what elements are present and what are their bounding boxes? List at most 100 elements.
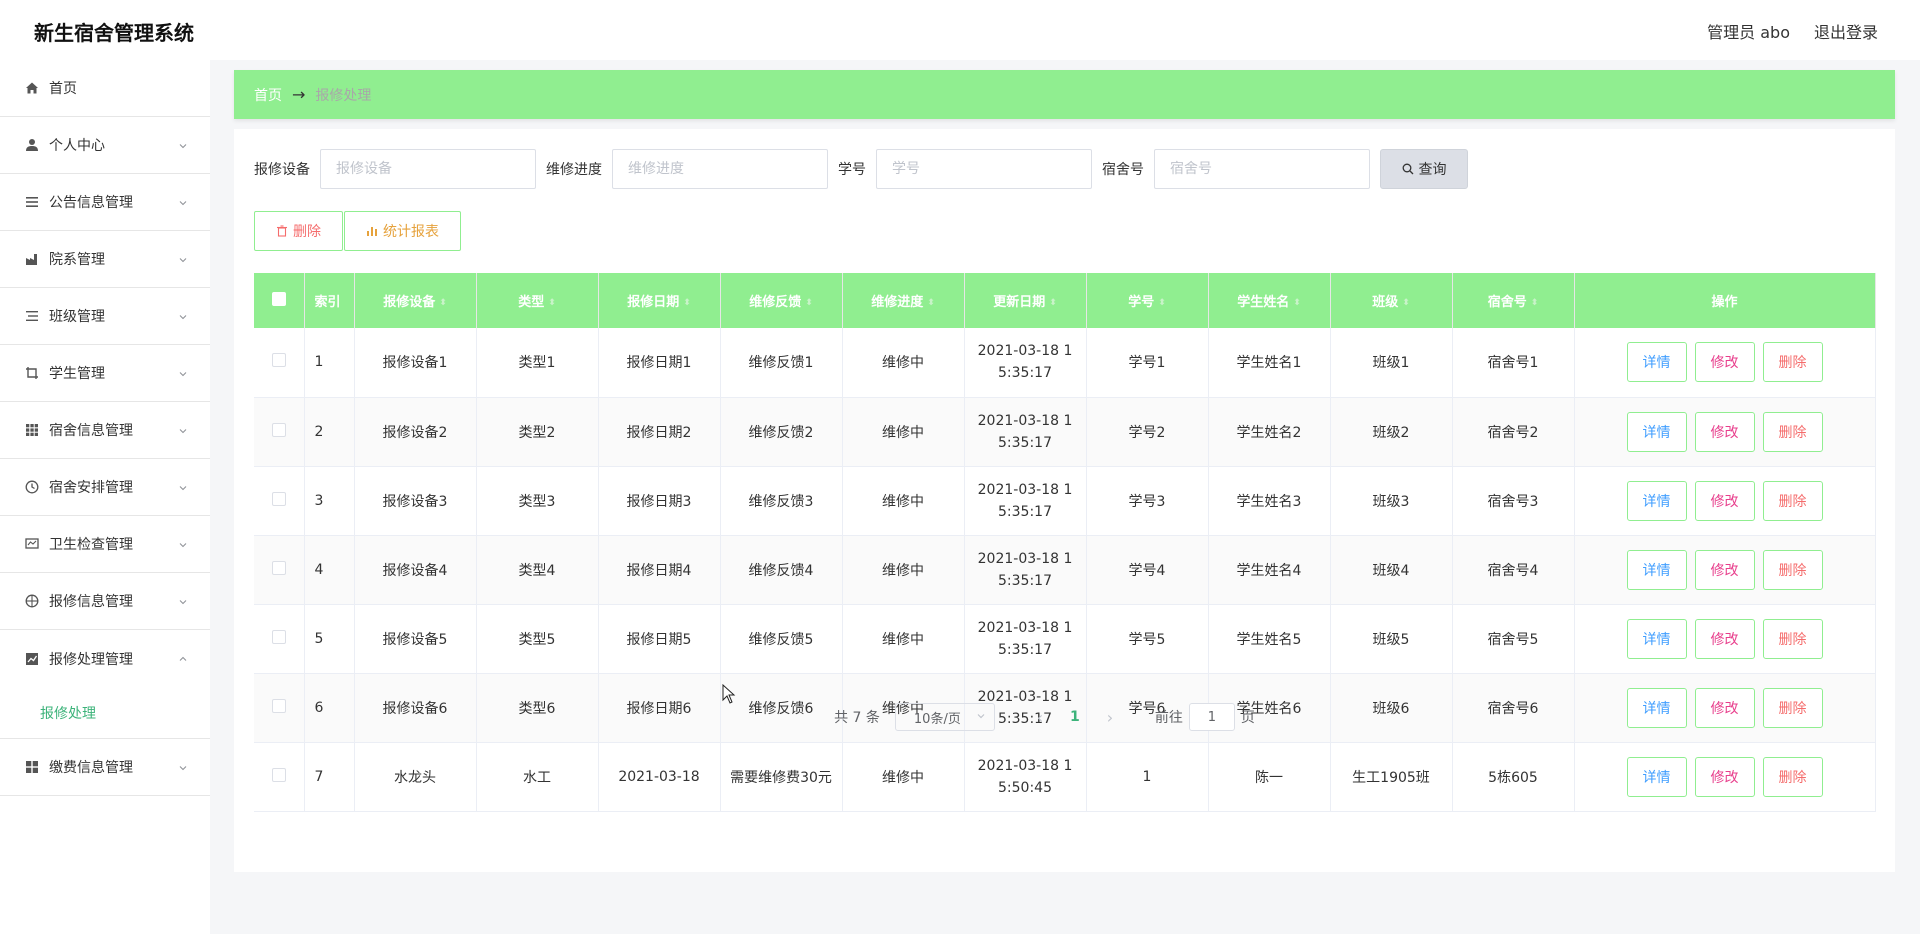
table-row: 3 报修设备3 类型3 报修日期3 维修反馈3 维修中 2021-03-18 1 5:35:1… (254, 466, 1876, 536)
table-cell: 3 (304, 466, 355, 536)
user-area: 管理员 abo 退出登录 (1707, 19, 1878, 43)
delete-button[interactable]: 删除 (1762, 618, 1823, 659)
column-header[interactable]: 学号 ⬍ (1086, 273, 1209, 328)
column-header[interactable]: 班级 ⬍ (1330, 273, 1453, 328)
column-header[interactable]: 维修进度 ⬍ (842, 273, 965, 328)
detail-button[interactable]: 详情 (1626, 411, 1687, 452)
table-cell: 维修中 (842, 397, 965, 467)
column-header[interactable]: 维修反馈 ⬍ (720, 273, 843, 328)
sidebar-item-label: 报修处理管理 (49, 651, 133, 668)
batch-delete-button[interactable]: 删除 (254, 211, 343, 251)
chart-icon (24, 651, 40, 667)
delete-button[interactable]: 删除 (1762, 411, 1823, 452)
search-label-dorm: 宿舍号 (1102, 162, 1144, 178)
sidebar-item-3[interactable]: 院系管理 (0, 231, 210, 288)
chevron-down-icon (178, 196, 188, 206)
table-cell: 维修反馈5 (720, 604, 843, 674)
page-size-value: 10条/页 (913, 711, 961, 727)
column-header[interactable]: 类型 ⬍ (476, 273, 599, 328)
detail-button[interactable]: 详情 (1626, 549, 1687, 590)
sort-icon[interactable]: ⬍ (439, 298, 447, 308)
row-checkbox[interactable] (271, 629, 286, 644)
table-cell-update-date: 2021-03-18 1 5:35:17 (964, 535, 1087, 605)
pagination: 共 7 条 10条/页 ‹ 1 › 前往 页 (234, 703, 1855, 731)
table-cell: 学生姓名2 (1208, 397, 1331, 467)
delete-button[interactable]: 删除 (1762, 756, 1823, 797)
column-header[interactable]: 报修设备 ⬍ (354, 273, 477, 328)
progress-search-input[interactable] (612, 149, 828, 189)
row-checkbox[interactable] (271, 491, 286, 506)
sidebar-item-4[interactable]: 班级管理 (0, 288, 210, 345)
device-search-input[interactable] (320, 149, 536, 189)
sort-icon[interactable]: ⬍ (1402, 298, 1410, 308)
sort-icon[interactable]: ⬍ (927, 298, 935, 308)
edit-button[interactable]: 修改 (1694, 549, 1755, 590)
sort-icon[interactable]: ⬍ (805, 298, 813, 308)
select-all-checkbox[interactable] (271, 291, 286, 306)
crop-icon (24, 365, 40, 381)
detail-button[interactable]: 详情 (1626, 480, 1687, 521)
sidebar-item-1[interactable]: 个人中心 (0, 117, 210, 174)
column-header: 操作 (1574, 273, 1876, 328)
breadcrumb-home[interactable]: 首页 (254, 85, 282, 105)
sort-icon[interactable]: ⬍ (1531, 298, 1539, 308)
delete-button[interactable]: 删除 (1762, 549, 1823, 590)
goto-page-input[interactable] (1188, 703, 1235, 731)
delete-button[interactable]: 删除 (1762, 342, 1823, 383)
sort-icon[interactable]: ⬍ (1293, 298, 1301, 308)
row-actions-cell: 详情 修改 删除 (1574, 535, 1876, 605)
sidebar-item-10[interactable]: 报修处理管理 (0, 630, 210, 687)
row-checkbox[interactable] (271, 560, 286, 575)
column-header-label: 宿舍号 (1487, 295, 1527, 310)
query-button[interactable]: 查询 (1380, 149, 1468, 189)
next-page-button[interactable]: › (1095, 708, 1125, 727)
chevron-up-icon (178, 652, 188, 662)
sidebar-item-9[interactable]: 报修信息管理 (0, 573, 210, 630)
sidebar-item-0[interactable]: 首页 (0, 60, 210, 117)
table-cell: 维修反馈2 (720, 397, 843, 467)
sidebar-item-2[interactable]: 公告信息管理 (0, 174, 210, 231)
sidebar-item-7[interactable]: 宿舍安排管理 (0, 459, 210, 516)
sidebar-item-6[interactable]: 宿舍信息管理 (0, 402, 210, 459)
edit-button[interactable]: 修改 (1694, 342, 1755, 383)
student-id-search-input[interactable] (876, 149, 1092, 189)
table-cell: 学号5 (1086, 604, 1209, 674)
column-header-label: 更新日期 (993, 295, 1046, 310)
column-header[interactable]: 报修日期 ⬍ (598, 273, 721, 328)
column-header[interactable]: 学生姓名 ⬍ (1208, 273, 1331, 328)
column-header[interactable]: 宿舍号 ⬍ (1452, 273, 1575, 328)
edit-button[interactable]: 修改 (1694, 756, 1755, 797)
sort-icon[interactable]: ⬍ (683, 298, 691, 308)
sort-icon[interactable]: ⬍ (1158, 298, 1166, 308)
stats-report-button[interactable]: 统计报表 (344, 211, 461, 251)
sort-icon[interactable]: ⬍ (1049, 298, 1057, 308)
row-checkbox[interactable] (271, 353, 286, 368)
sidebar-item-5[interactable]: 学生管理 (0, 345, 210, 402)
edit-button[interactable]: 修改 (1694, 618, 1755, 659)
table-cell: 维修反馈4 (720, 535, 843, 605)
detail-button[interactable]: 详情 (1626, 756, 1687, 797)
sidebar-item-8[interactable]: 卫生检查管理 (0, 516, 210, 573)
edit-button[interactable]: 修改 (1694, 480, 1755, 521)
row-actions: 详情 修改 删除 (1575, 411, 1875, 452)
column-header-label: 学生姓名 (1237, 295, 1290, 310)
sort-icon[interactable]: ⬍ (548, 298, 556, 308)
page-size-select[interactable]: 10条/页 (894, 703, 995, 731)
table-cell: 宿舍号2 (1452, 397, 1575, 467)
row-checkbox[interactable] (271, 767, 286, 782)
row-checkbox[interactable] (271, 422, 286, 437)
logout-link[interactable]: 退出登录 (1814, 19, 1878, 43)
delete-button[interactable]: 删除 (1762, 480, 1823, 521)
detail-button[interactable]: 详情 (1626, 618, 1687, 659)
detail-button[interactable]: 详情 (1626, 342, 1687, 383)
column-header[interactable]: 更新日期 ⬍ (964, 273, 1087, 328)
factory-icon (24, 251, 40, 267)
page-number-1[interactable]: 1 (1055, 709, 1095, 725)
table-cell: 维修反馈1 (720, 328, 843, 398)
prev-page-button[interactable]: ‹ (1025, 708, 1055, 727)
edit-button[interactable]: 修改 (1694, 411, 1755, 452)
admin-user-label[interactable]: 管理员 abo (1707, 19, 1790, 43)
sidebar-item-11[interactable]: 缴费信息管理 (0, 739, 210, 796)
dorm-search-input[interactable] (1154, 149, 1370, 189)
submenu-item-repair-handling[interactable]: 报修处理 (0, 687, 210, 739)
